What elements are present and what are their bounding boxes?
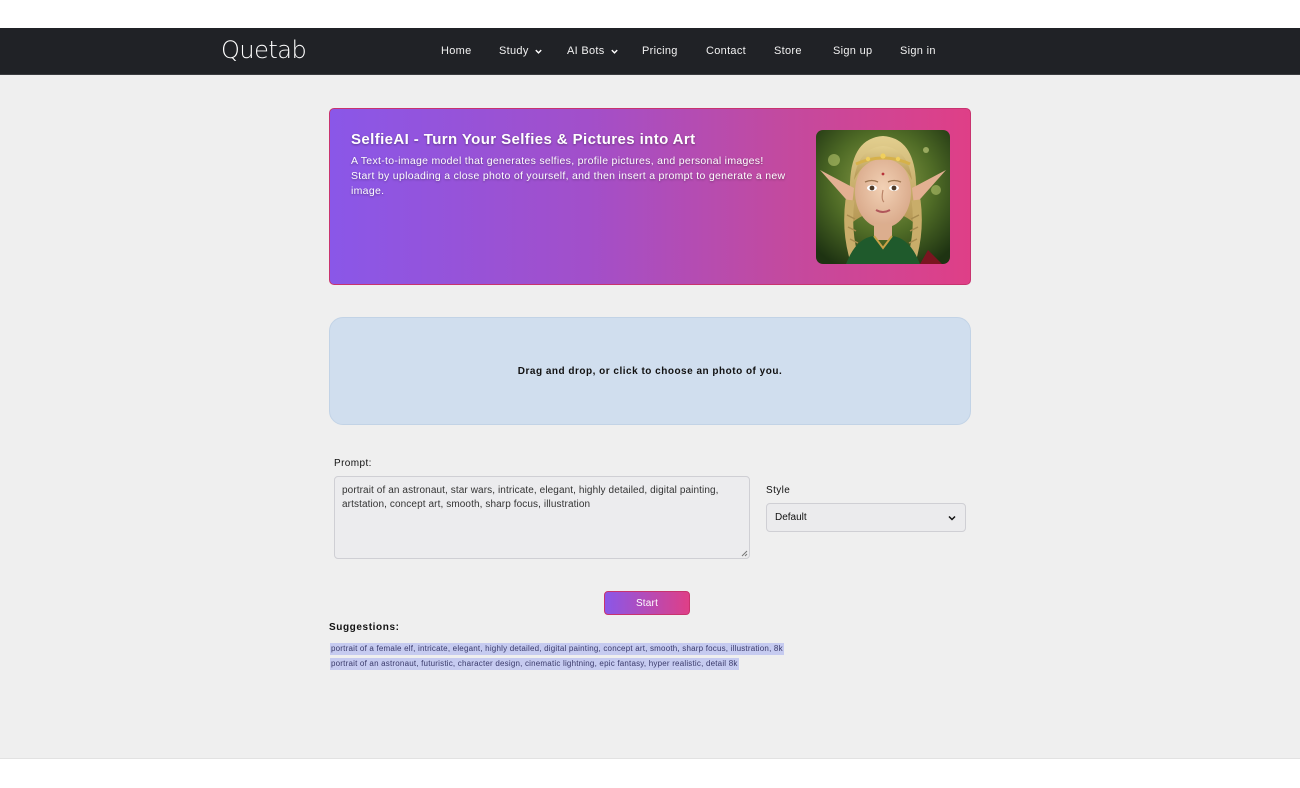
hero-description: A Text-to-image model that generates sel… xyxy=(351,154,796,199)
prompt-text: portrait of an astronaut, star wars, int… xyxy=(342,485,719,510)
nav-store-label: Store xyxy=(774,45,802,57)
main-content: SelfieAI - Turn Your Selfies & Pictures … xyxy=(0,75,1300,759)
nav-sign-in[interactable]: Sign in xyxy=(900,45,936,57)
nav-ai-bots[interactable]: AI Bots xyxy=(567,45,619,57)
nav-contact[interactable]: Contact xyxy=(706,45,746,57)
nav-sign-up[interactable]: Sign up xyxy=(833,45,872,57)
resize-grip-icon[interactable] xyxy=(740,549,748,557)
prompt-label: Prompt: xyxy=(334,458,372,469)
suggestion-item[interactable]: portrait of an astronaut, futuristic, ch… xyxy=(330,658,739,670)
hero-description-line-1: A Text-to-image model that generates sel… xyxy=(351,155,764,167)
top-spacer xyxy=(0,0,1300,28)
dropzone-text: Drag and drop, or click to choose an pho… xyxy=(517,365,783,377)
hero-banner: SelfieAI - Turn Your Selfies & Pictures … xyxy=(329,108,971,285)
nav-study[interactable]: Study xyxy=(499,45,543,57)
suggestion-item[interactable]: portrait of a female elf, intricate, ele… xyxy=(330,643,784,655)
nav-pricing-label: Pricing xyxy=(642,45,678,57)
chevron-down-icon xyxy=(610,49,618,54)
site-logo[interactable]: Quetab xyxy=(221,36,307,64)
style-selected-value: Default xyxy=(775,512,807,523)
hero-title: SelfieAI - Turn Your Selfies & Pictures … xyxy=(351,131,696,148)
style-select[interactable]: Default xyxy=(766,503,966,532)
elf-portrait-image xyxy=(816,130,950,264)
style-label: Style xyxy=(766,485,791,496)
suggestions-label: Suggestions: xyxy=(329,622,400,633)
nav-contact-label: Contact xyxy=(706,45,747,57)
prompt-textarea[interactable]: portrait of an astronaut, star wars, int… xyxy=(334,476,750,559)
nav-home[interactable]: Home xyxy=(441,45,472,57)
photo-upload-dropzone[interactable]: Drag and drop, or click to choose an pho… xyxy=(329,317,971,425)
nav-sign-up-label: Sign up xyxy=(833,45,873,57)
chevron-down-icon xyxy=(948,515,956,521)
hero-description-line-2: Start by uploading a close photo of your… xyxy=(351,170,786,197)
nav-sign-in-label: Sign in xyxy=(900,45,936,57)
start-button[interactable]: Start xyxy=(604,591,690,615)
nav-pricing[interactable]: Pricing xyxy=(642,45,678,57)
nav-study-label: Study xyxy=(499,45,529,57)
nav-ai-bots-label: AI Bots xyxy=(567,45,605,57)
nav-store[interactable]: Store xyxy=(774,45,802,57)
nav-home-label: Home xyxy=(441,45,472,57)
chevron-down-icon xyxy=(534,49,542,54)
navbar: Quetab Home Study AI Bots Pricing Contac… xyxy=(0,28,1300,75)
